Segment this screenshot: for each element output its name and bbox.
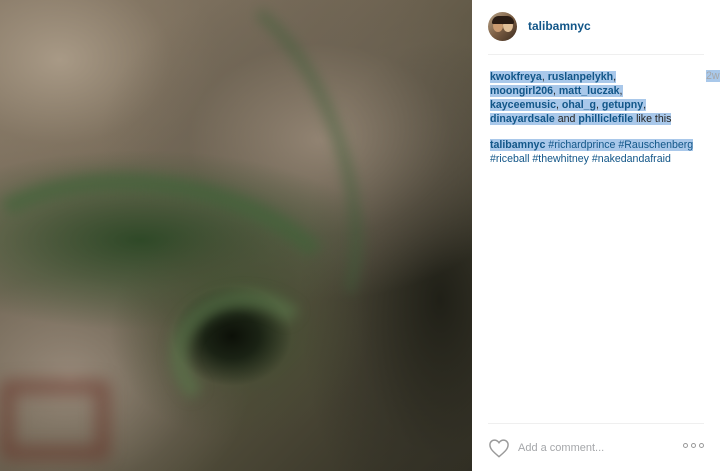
likes-suffix: like this	[636, 113, 672, 125]
heart-icon[interactable]	[488, 438, 510, 458]
more-options-icon[interactable]	[683, 443, 704, 448]
divider	[488, 54, 704, 55]
likes-text: kwokfreya, ruslanpelykh, moongirl206, ma…	[490, 71, 672, 125]
liker-username[interactable]: kwokfreya	[490, 71, 542, 83]
post-time[interactable]: 2w	[706, 70, 720, 82]
comment-input[interactable]	[518, 441, 668, 454]
liker-username[interactable]: kayceemusic	[490, 99, 556, 111]
likes-section: kwokfreya, ruslanpelykh, moongirl206, ma…	[490, 70, 720, 126]
liker-username[interactable]: matt_luczak	[559, 85, 620, 97]
caption-author[interactable]: talibamnyc	[490, 139, 545, 151]
liker-username[interactable]: getupny	[602, 99, 643, 111]
hashtag-link[interactable]: #Rauschenberg	[618, 139, 693, 151]
liker-username[interactable]: philliclefile	[578, 113, 633, 125]
hashtag-link[interactable]: #thewhitney	[532, 153, 589, 165]
post-sidebar: talibamnyc kwokfreya, ruslanpelykh, moon…	[472, 0, 720, 471]
post-footer	[472, 424, 720, 471]
hashtag-link[interactable]: #richardprince	[548, 139, 615, 151]
avatar[interactable]	[488, 11, 517, 41]
post-photo[interactable]	[0, 0, 472, 471]
post-caption: talibamnyc #richardprince #Rauschenberg …	[490, 138, 706, 166]
post-header: talibamnyc	[472, 0, 720, 52]
hashtag-link[interactable]: #nakedandafraid	[592, 153, 671, 165]
liker-username[interactable]: dinayardsale	[490, 113, 555, 125]
liker-username[interactable]: moongirl206	[490, 85, 553, 97]
likes-and-word: and	[557, 113, 576, 125]
header-username[interactable]: talibamnyc	[528, 19, 591, 33]
liker-username[interactable]: ohal_g	[562, 99, 596, 111]
hashtag-link[interactable]: #riceball	[490, 153, 529, 165]
liker-username[interactable]: ruslanpelykh	[548, 71, 613, 83]
